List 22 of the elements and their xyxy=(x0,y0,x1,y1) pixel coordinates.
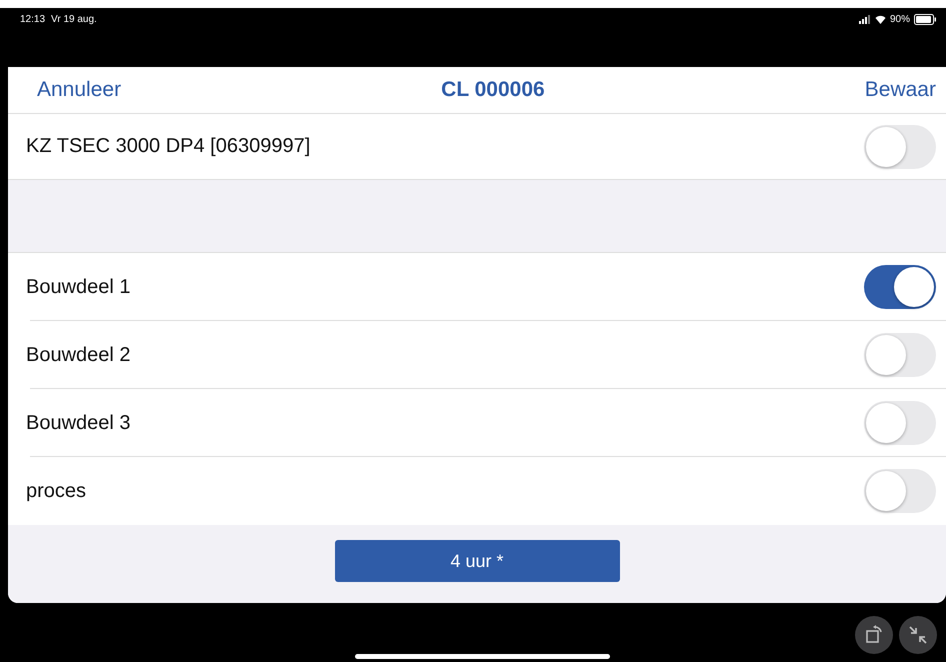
collapse-icon[interactable] xyxy=(899,616,937,654)
signal-icon xyxy=(858,15,871,24)
cancel-button[interactable]: Annuleer xyxy=(37,78,122,102)
wifi-icon xyxy=(874,15,886,24)
toggle-switch[interactable] xyxy=(864,124,936,168)
row-label: Bouwdeel 3 xyxy=(26,412,131,434)
screen-title: CL 000006 xyxy=(441,78,545,102)
rotate-icon[interactable] xyxy=(855,616,893,654)
row-label: Bouwdeel 2 xyxy=(26,344,131,366)
duration-button[interactable]: 4 uur * xyxy=(334,540,620,582)
row-label: Bouwdeel 1 xyxy=(26,276,131,298)
toggle-switch[interactable] xyxy=(864,265,936,309)
row-label: KZ TSEC 3000 DP4 [06309997] xyxy=(26,135,310,158)
toggle-switch[interactable] xyxy=(864,469,936,513)
status-time: 12:13 xyxy=(20,14,46,25)
battery-percentage: 90% xyxy=(890,14,910,25)
save-button[interactable]: Bewaar xyxy=(864,78,936,102)
toggle-switch[interactable] xyxy=(864,401,936,445)
toggle-switch[interactable] xyxy=(864,333,936,377)
status-date: Vr 19 aug. xyxy=(51,14,97,25)
row-label: proces xyxy=(26,480,86,502)
battery-icon xyxy=(914,14,936,25)
